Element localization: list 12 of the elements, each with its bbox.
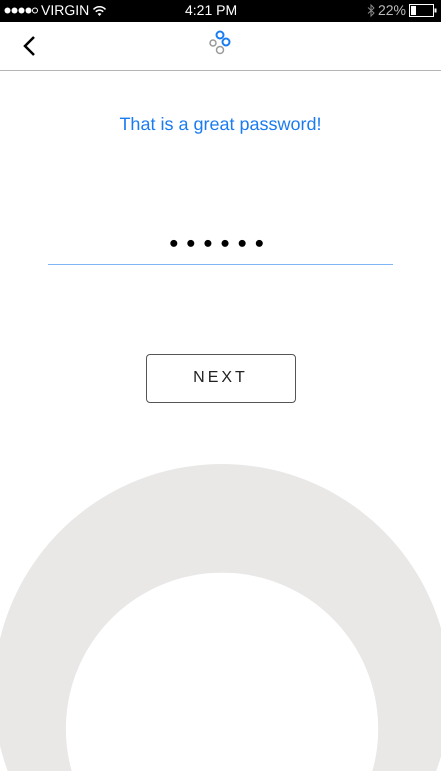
next-button[interactable]: NEXT bbox=[146, 354, 296, 403]
wifi-icon bbox=[93, 6, 106, 16]
battery-percent: 22% bbox=[378, 1, 406, 20]
battery-icon bbox=[409, 4, 437, 18]
bluetooth-icon bbox=[366, 4, 375, 18]
password-message: That is a great password! bbox=[118, 113, 323, 136]
signal-icon bbox=[4, 7, 38, 14]
chevron-left-icon bbox=[22, 34, 36, 57]
carrier-name: VIRGIN bbox=[41, 1, 90, 20]
password-value: •••••• bbox=[169, 230, 272, 256]
password-field[interactable]: •••••• bbox=[48, 222, 393, 265]
status-time: 4:21 PM bbox=[185, 1, 238, 20]
